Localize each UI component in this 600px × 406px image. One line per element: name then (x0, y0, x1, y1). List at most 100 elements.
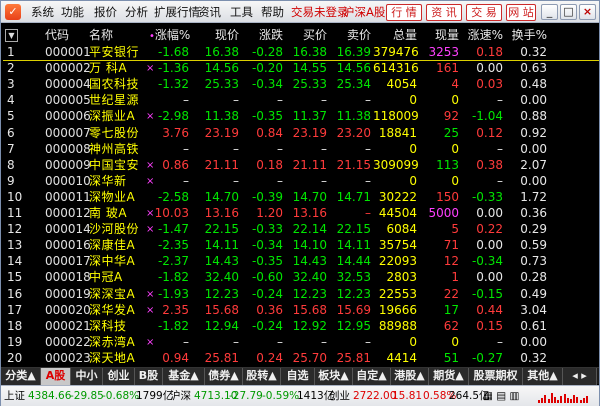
trade-login-status[interactable]: 交易未登录 (291, 5, 349, 20)
cell-chg-pct: 0.86 (162, 157, 189, 172)
cell-speed: -1.04 (471, 109, 503, 124)
table-row[interactable]: 20 000023 深天地A 0.94 25.81 0.24 25.70 25.81 4414 5… (3, 350, 599, 367)
tab-sme[interactable]: 中小 (71, 368, 103, 385)
header-turnover[interactable]: 换手% (507, 27, 547, 44)
cell-seq: 1 (7, 45, 15, 59)
cell-cur-vol: 1 (451, 270, 459, 285)
cell-turnover: 0.88 (520, 109, 547, 124)
cell-price: 14.56 (204, 61, 239, 76)
tab-hk[interactable]: 港股▲ (391, 368, 429, 385)
header-name[interactable]: 名称 (89, 27, 113, 44)
cell-volume: 35754 (378, 238, 417, 253)
cell-bid: 12.23 (292, 286, 327, 301)
tab-custom[interactable]: 自定▲ (353, 368, 391, 385)
table-row[interactable]: 18 000021 深科技 -1.82 12.94 -0.24 12.92 12.95 8898… (3, 318, 599, 335)
tab-funds[interactable]: 基金▲ (163, 368, 205, 385)
column-menu-icon[interactable]: ▼ (5, 29, 18, 42)
menu-news[interactable]: 资讯 (198, 5, 221, 20)
table-row[interactable]: 1 000001 平安银行 -1.68 16.38 -0.28 16.38 16.39 3794… (3, 44, 599, 61)
menu-system[interactable]: 系统 (31, 5, 54, 20)
website-button[interactable]: 网 站 (506, 4, 536, 21)
tab-category[interactable]: 分类▲ (1, 368, 41, 385)
cell-bid: 14.43 (292, 254, 327, 269)
menu-tools[interactable]: 工具 (230, 5, 253, 20)
table-row[interactable]: 7 000008 神州高铁 – – – – – 0 0 – 0.00 (3, 141, 599, 158)
trade-button[interactable]: 交 易 (466, 4, 502, 21)
cell-bid: 14.10 (292, 238, 327, 253)
market-selector[interactable]: 沪深A股 (343, 5, 385, 20)
cell-speed: 0.00 (476, 206, 503, 220)
tab-options[interactable]: 股票期权 (469, 368, 523, 385)
close-icon[interactable]: × (579, 4, 596, 20)
maximize-icon[interactable]: □ (560, 4, 577, 20)
cell-cur-vol: 150 (436, 189, 459, 204)
header-price[interactable]: 现价 (199, 27, 239, 44)
tab-bonds[interactable]: 债券▲ (205, 368, 243, 385)
pulse-bar (538, 400, 540, 403)
cell-speed: – (497, 334, 503, 349)
tab-watchlist[interactable]: 自选 (281, 368, 315, 385)
header-cur-vol[interactable]: 现量 (423, 27, 459, 44)
cell-ask: 32.53 (336, 270, 371, 285)
header-chg[interactable]: 涨跌 (249, 27, 283, 44)
header-speed[interactable]: 涨速% (463, 27, 503, 44)
table-row[interactable]: 12 000014 沙河股份 × -1.47 22.15 -0.33 22.14 22.15 60… (3, 221, 599, 238)
table-row[interactable]: 9 000010 深华新 × – – – – –0 0–0.00 (3, 173, 599, 190)
cell-chg: – (277, 141, 283, 156)
header-bid[interactable]: 买价 (293, 27, 327, 44)
cell-price: 25.33 (204, 77, 239, 92)
tab-neeq[interactable]: 股转▲ (243, 368, 281, 385)
quote-button[interactable]: 行 情 (386, 4, 422, 21)
cell-chg-pct: -1.82 (157, 318, 189, 333)
cell-name: 深华发A (89, 302, 136, 317)
table-row[interactable]: 17 000020 深华发A × 2.35 15.68 0.36 15.68 15.69 1966… (3, 302, 599, 319)
cell-cur-vol: 5 (451, 222, 459, 237)
header-chg-pct[interactable]: •涨幅% (149, 27, 190, 44)
header-code[interactable]: 代码 (45, 27, 69, 44)
table-row[interactable]: 11 000012 南 玻A × 10.03 13.16 1.20 13.16–44504 50… (3, 205, 599, 222)
tab-b-shares[interactable]: B股 (135, 368, 163, 385)
cell-volume: 22553 (378, 286, 417, 301)
tab-futures[interactable]: 期货▲ (429, 368, 469, 385)
pulse-bar (547, 399, 550, 403)
sh-label: 上证 (4, 390, 25, 402)
header-ask[interactable]: 卖价 (339, 27, 371, 44)
menu-extended-quote[interactable]: 扩展行情 (154, 5, 200, 20)
cell-price: 14.11 (204, 238, 239, 253)
table-row[interactable]: 10 000011 深物业A -2.58 14.70 -0.39 14.70 14.71 302… (3, 189, 599, 206)
menu-analysis[interactable]: 分析 (125, 5, 148, 20)
market-buttons-icon[interactable]: ▦ ▤ ▥ (483, 386, 519, 406)
header-volume[interactable]: 总量 (383, 27, 417, 44)
cell-price: 23.19 (204, 125, 239, 140)
table-row[interactable]: 6 000007 零七股份 3.76 23.19 0.84 23.19 23.20 18841 2… (3, 125, 599, 142)
tab-a-shares[interactable]: A股 (41, 368, 71, 385)
menu-quote[interactable]: 报价 (94, 5, 117, 20)
menu-function[interactable]: 功能 (61, 5, 84, 20)
table-row[interactable]: 3 000004 国农科技 -1.32 25.33 -0.34 25.33 25.34 4054… (3, 76, 599, 93)
pulse-bar (586, 396, 588, 403)
cell-chg: -0.33 (251, 222, 283, 237)
table-row[interactable]: 16 000019 深深宝A × -1.93 12.23 -0.24 12.23 12.23 22… (3, 286, 599, 303)
tab-chinext[interactable]: 创业 (103, 368, 135, 385)
table-row[interactable]: 14 000017 深中华A -2.37 14.43 -0.35 14.43 14.44 220… (3, 253, 599, 270)
pulse-bar (560, 396, 563, 403)
cell-volume: 0 (409, 173, 417, 188)
minimize-icon[interactable]: _ (541, 4, 558, 20)
cell-volume: 30222 (378, 189, 417, 204)
cell-price: 32.40 (204, 270, 239, 285)
news-button[interactable]: 资 讯 (426, 4, 462, 21)
cell-chg: 0.36 (256, 302, 283, 317)
table-row[interactable]: 19 000022 深赤湾A × – – – – –0 0–0.00 (3, 334, 599, 351)
cell-name: 深天地A (89, 350, 136, 365)
tab-other[interactable]: 其他▲ (523, 368, 563, 385)
table-row[interactable]: 4 000005 世纪星源 – – – – – 0 0 – 0.00 (3, 92, 599, 109)
table-row[interactable]: 5 000006 深振业A × -2.98 11.38 -0.35 11.37 11.38 118… (3, 108, 599, 125)
table-row[interactable]: 13 000016 深康佳A -2.35 14.11 -0.34 14.10 14.11 357… (3, 237, 599, 254)
table-row[interactable]: 15 000018 中冠A -1.82 32.40 -0.60 32.40 32.53 2803… (3, 269, 599, 286)
table-row[interactable]: 8 000009 中国宝安 × 0.86 21.11 0.18 21.11 21.15 30909… (3, 157, 599, 174)
table-row[interactable]: 2 000002 万 科A × -1.36 14.56 -0.20 14.55 14.56 614… (3, 60, 599, 77)
menu-help[interactable]: 帮助 (261, 5, 284, 20)
tab-scroll-arrows-icon[interactable]: ◂ ▸ (563, 368, 597, 385)
tab-sectors[interactable]: 板块▲ (315, 368, 353, 385)
cell-seq: 12 (7, 222, 23, 237)
